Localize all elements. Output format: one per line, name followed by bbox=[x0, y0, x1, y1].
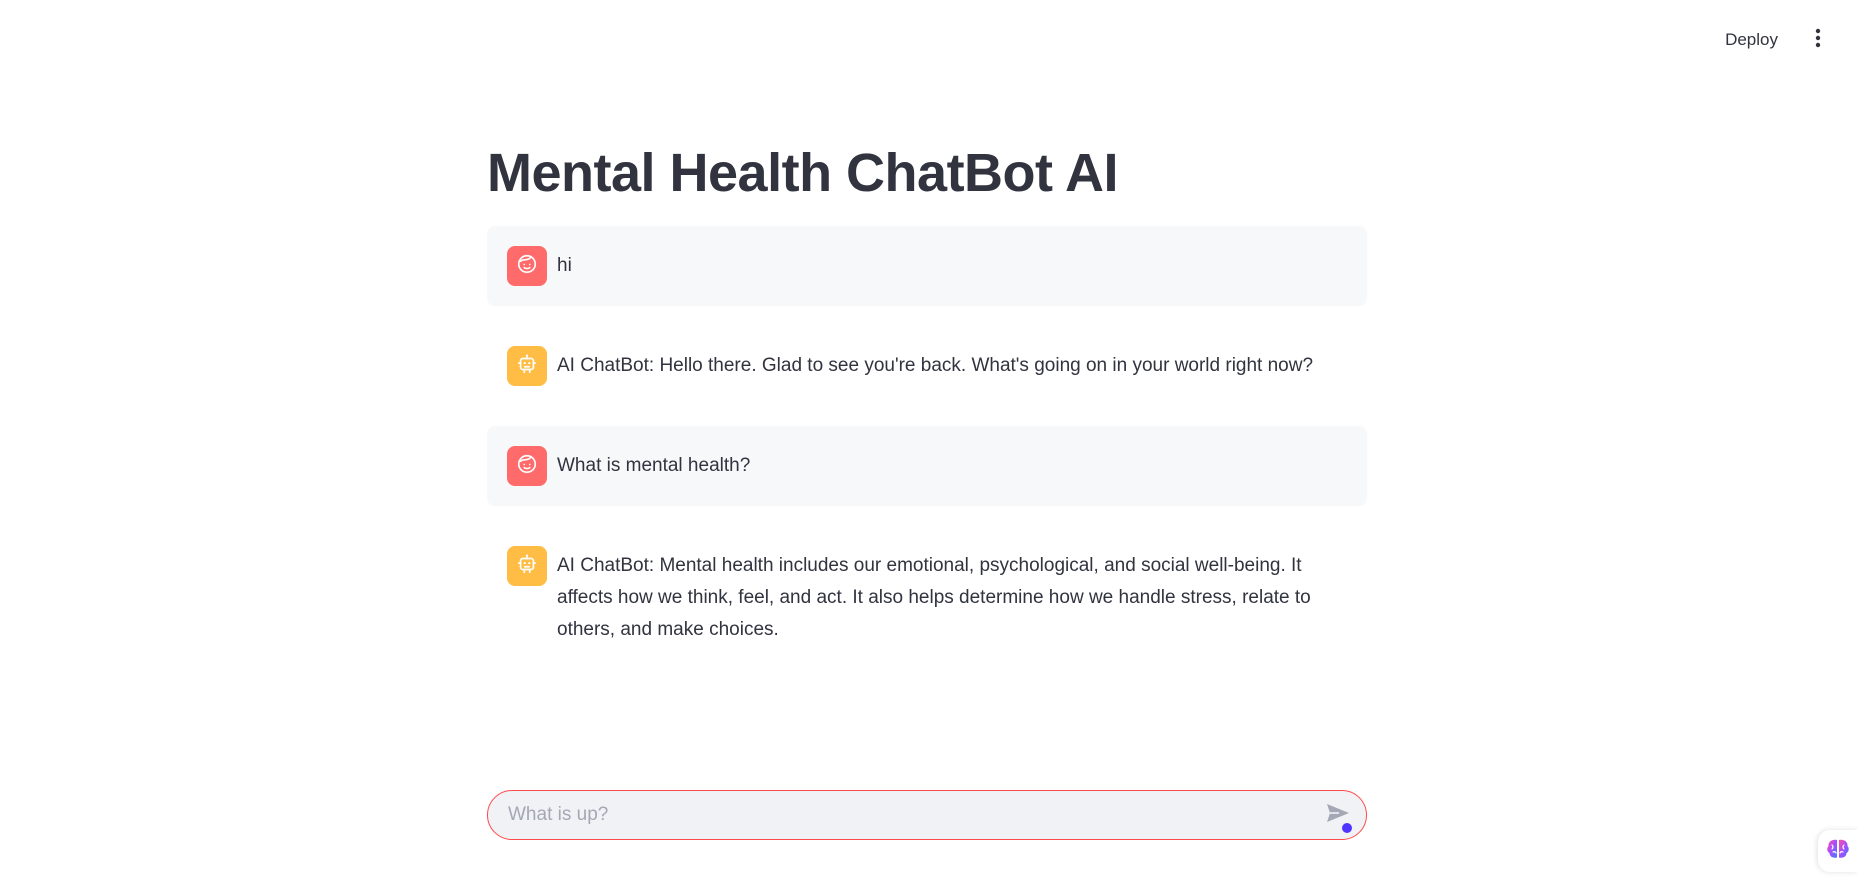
user-face-icon bbox=[516, 453, 538, 480]
chat-message-user: What is mental health? bbox=[487, 426, 1367, 506]
chat-message-user: hi bbox=[487, 226, 1367, 306]
assistant-avatar bbox=[507, 546, 547, 586]
page-title: Mental Health ChatBot AI bbox=[487, 143, 1119, 203]
chat-message-assistant: AI ChatBot: Mental health includes our e… bbox=[487, 526, 1367, 666]
brain-widget-button[interactable] bbox=[1818, 830, 1858, 872]
user-face-icon bbox=[516, 253, 538, 280]
message-text: AI ChatBot: Hello there. Glad to see you… bbox=[557, 355, 1314, 376]
send-button[interactable] bbox=[1318, 795, 1358, 835]
top-toolbar: Deploy bbox=[1721, 22, 1830, 58]
chat-message-assistant: AI ChatBot: Hello there. Glad to see you… bbox=[487, 326, 1367, 406]
main-menu-button[interactable] bbox=[1806, 22, 1830, 58]
message-text: AI ChatBot: Mental health includes our e… bbox=[557, 555, 1311, 640]
robot-icon bbox=[516, 553, 538, 580]
vertical-dots-icon bbox=[1815, 28, 1821, 53]
robot-icon bbox=[516, 353, 538, 380]
user-avatar bbox=[507, 246, 547, 286]
status-dot bbox=[1342, 823, 1352, 833]
brain-icon bbox=[1825, 837, 1851, 866]
assistant-avatar bbox=[507, 346, 547, 386]
chat-input-container bbox=[487, 790, 1367, 840]
deploy-button[interactable]: Deploy bbox=[1721, 24, 1782, 56]
message-text: What is mental health? bbox=[557, 455, 751, 476]
chat-input[interactable] bbox=[488, 791, 1318, 839]
user-avatar bbox=[507, 446, 547, 486]
chat-message-list: hi AI ChatBot: Hello there. Glad to see … bbox=[487, 226, 1367, 666]
message-text: hi bbox=[557, 255, 572, 276]
